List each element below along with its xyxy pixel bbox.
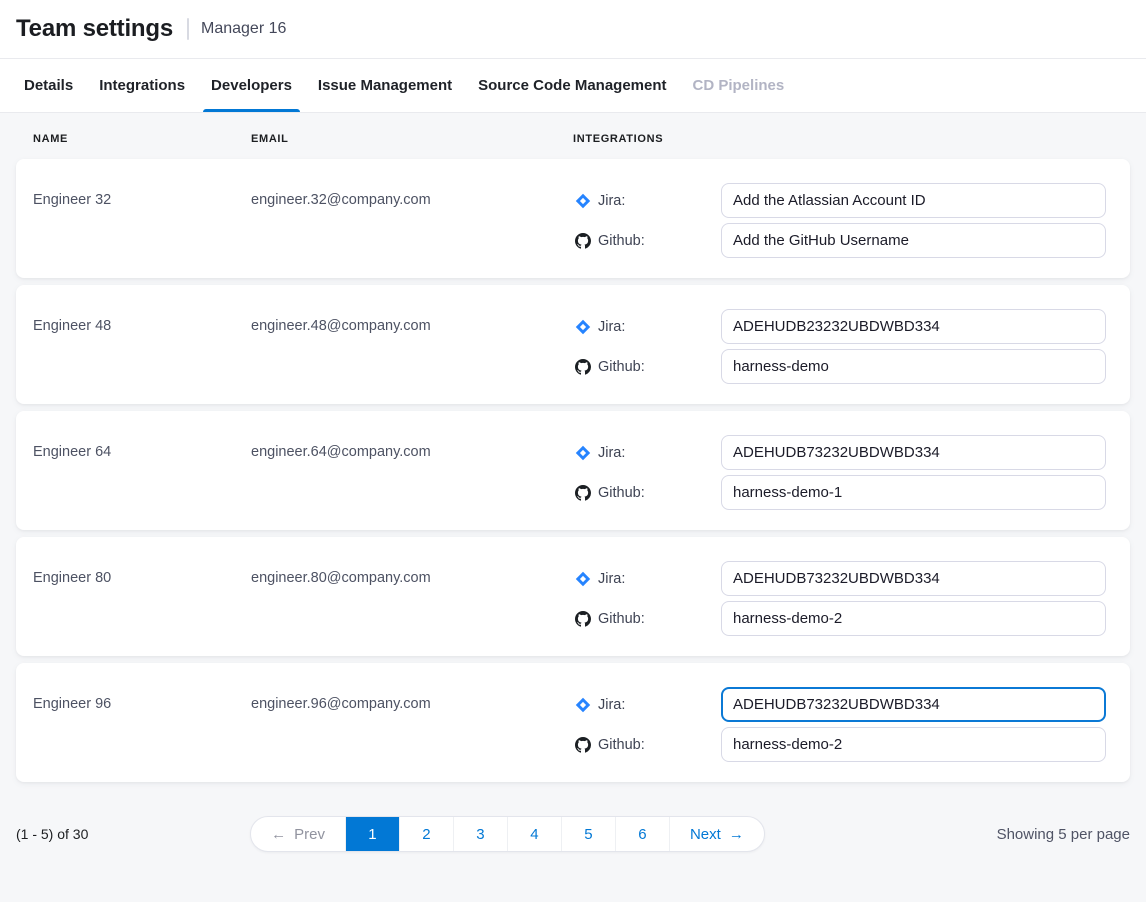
pagination: ← Prev 123456 Next → xyxy=(250,816,765,852)
tab-details[interactable]: Details xyxy=(16,59,81,112)
page-button-3[interactable]: 3 xyxy=(453,817,507,851)
page-button-4[interactable]: 4 xyxy=(507,817,561,851)
github-username-input[interactable] xyxy=(721,223,1106,258)
developer-name: Engineer 32 xyxy=(33,183,251,208)
prev-button[interactable]: ← Prev xyxy=(251,817,345,851)
tab-source-code-management[interactable]: Source Code Management xyxy=(470,59,674,112)
column-header-email: EMAIL xyxy=(251,133,573,145)
jira-account-id-input[interactable] xyxy=(721,435,1106,470)
github-username-input[interactable] xyxy=(721,601,1106,636)
jira-account-id-input[interactable] xyxy=(721,561,1106,596)
jira-label: Jira: xyxy=(598,571,625,587)
page-button-6[interactable]: 6 xyxy=(615,817,669,851)
jira-icon xyxy=(575,193,591,209)
left-arrow-icon: ← xyxy=(271,826,286,843)
jira-icon xyxy=(575,697,591,713)
developer-list: Engineer 32 engineer.32@company.com Jira… xyxy=(16,159,1130,782)
pagination-range: (1 - 5) of 30 xyxy=(16,826,88,842)
jira-account-id-input[interactable] xyxy=(721,687,1106,722)
developer-row: Engineer 64 engineer.64@company.com Jira… xyxy=(16,411,1130,530)
jira-icon xyxy=(575,571,591,587)
integrations-cell: Jira: Github: xyxy=(573,183,1106,263)
integrations-cell: Jira: Github: xyxy=(573,435,1106,515)
integrations-cell: Jira: Github: xyxy=(573,561,1106,641)
developer-row: Engineer 96 engineer.96@company.com Jira… xyxy=(16,663,1130,782)
right-arrow-icon: → xyxy=(729,826,744,843)
github-icon xyxy=(575,233,591,249)
pagination-bar: (1 - 5) of 30 ← Prev 123456 Next → Showi… xyxy=(0,816,1146,852)
table-header: NAME EMAIL INTEGRATIONS xyxy=(16,133,1130,145)
prev-label: Prev xyxy=(294,826,325,843)
jira-label: Jira: xyxy=(598,445,625,461)
team-settings-page: Team settings Manager 16 Details Integra… xyxy=(0,0,1146,902)
page-header: Team settings Manager 16 xyxy=(0,0,1146,59)
developer-name: Engineer 48 xyxy=(33,309,251,334)
next-label: Next xyxy=(690,826,721,843)
column-header-integrations: INTEGRATIONS xyxy=(573,133,1106,145)
jira-label: Jira: xyxy=(598,319,625,335)
developer-email: engineer.32@company.com xyxy=(251,183,573,208)
jira-label: Jira: xyxy=(598,697,625,713)
page-button-2[interactable]: 2 xyxy=(399,817,453,851)
jira-account-id-input[interactable] xyxy=(721,309,1106,344)
github-label: Github: xyxy=(598,485,645,501)
github-label: Github: xyxy=(598,359,645,375)
github-icon xyxy=(575,485,591,501)
developer-name: Engineer 64 xyxy=(33,435,251,460)
jira-label: Jira: xyxy=(598,193,625,209)
developer-name: Engineer 96 xyxy=(33,687,251,712)
developer-email: engineer.96@company.com xyxy=(251,687,573,712)
tab-developers[interactable]: Developers xyxy=(203,59,300,112)
tab-issue-management[interactable]: Issue Management xyxy=(310,59,460,112)
github-label: Github: xyxy=(598,737,645,753)
jira-account-id-input[interactable] xyxy=(721,183,1106,218)
page-buttons: 123456 xyxy=(345,817,669,851)
page-subtitle: Manager 16 xyxy=(201,20,286,38)
title-divider xyxy=(187,18,189,40)
developer-email: engineer.80@company.com xyxy=(251,561,573,586)
integrations-cell: Jira: Github: xyxy=(573,687,1106,767)
jira-icon xyxy=(575,319,591,335)
tab-cd-pipelines: CD Pipelines xyxy=(685,59,793,112)
developer-email: engineer.64@company.com xyxy=(251,435,573,460)
column-header-name: NAME xyxy=(33,133,251,145)
per-page-text: Showing 5 per page xyxy=(997,826,1130,843)
github-username-input[interactable] xyxy=(721,349,1106,384)
page-button-1[interactable]: 1 xyxy=(345,817,399,851)
github-label: Github: xyxy=(598,233,645,249)
github-label: Github: xyxy=(598,611,645,627)
page-title: Team settings xyxy=(16,15,173,43)
developer-email: engineer.48@company.com xyxy=(251,309,573,334)
developers-panel: NAME EMAIL INTEGRATIONS Engineer 32 engi… xyxy=(0,113,1146,789)
developer-row: Engineer 32 engineer.32@company.com Jira… xyxy=(16,159,1130,278)
tab-integrations[interactable]: Integrations xyxy=(91,59,193,112)
next-button[interactable]: Next → xyxy=(669,817,764,851)
github-icon xyxy=(575,611,591,627)
jira-icon xyxy=(575,445,591,461)
github-username-input[interactable] xyxy=(721,727,1106,762)
developer-name: Engineer 80 xyxy=(33,561,251,586)
developer-row: Engineer 80 engineer.80@company.com Jira… xyxy=(16,537,1130,656)
github-username-input[interactable] xyxy=(721,475,1106,510)
github-icon xyxy=(575,359,591,375)
tab-bar: Details Integrations Developers Issue Ma… xyxy=(0,59,1146,113)
integrations-cell: Jira: Github: xyxy=(573,309,1106,389)
github-icon xyxy=(575,737,591,753)
developer-row: Engineer 48 engineer.48@company.com Jira… xyxy=(16,285,1130,404)
page-button-5[interactable]: 5 xyxy=(561,817,615,851)
